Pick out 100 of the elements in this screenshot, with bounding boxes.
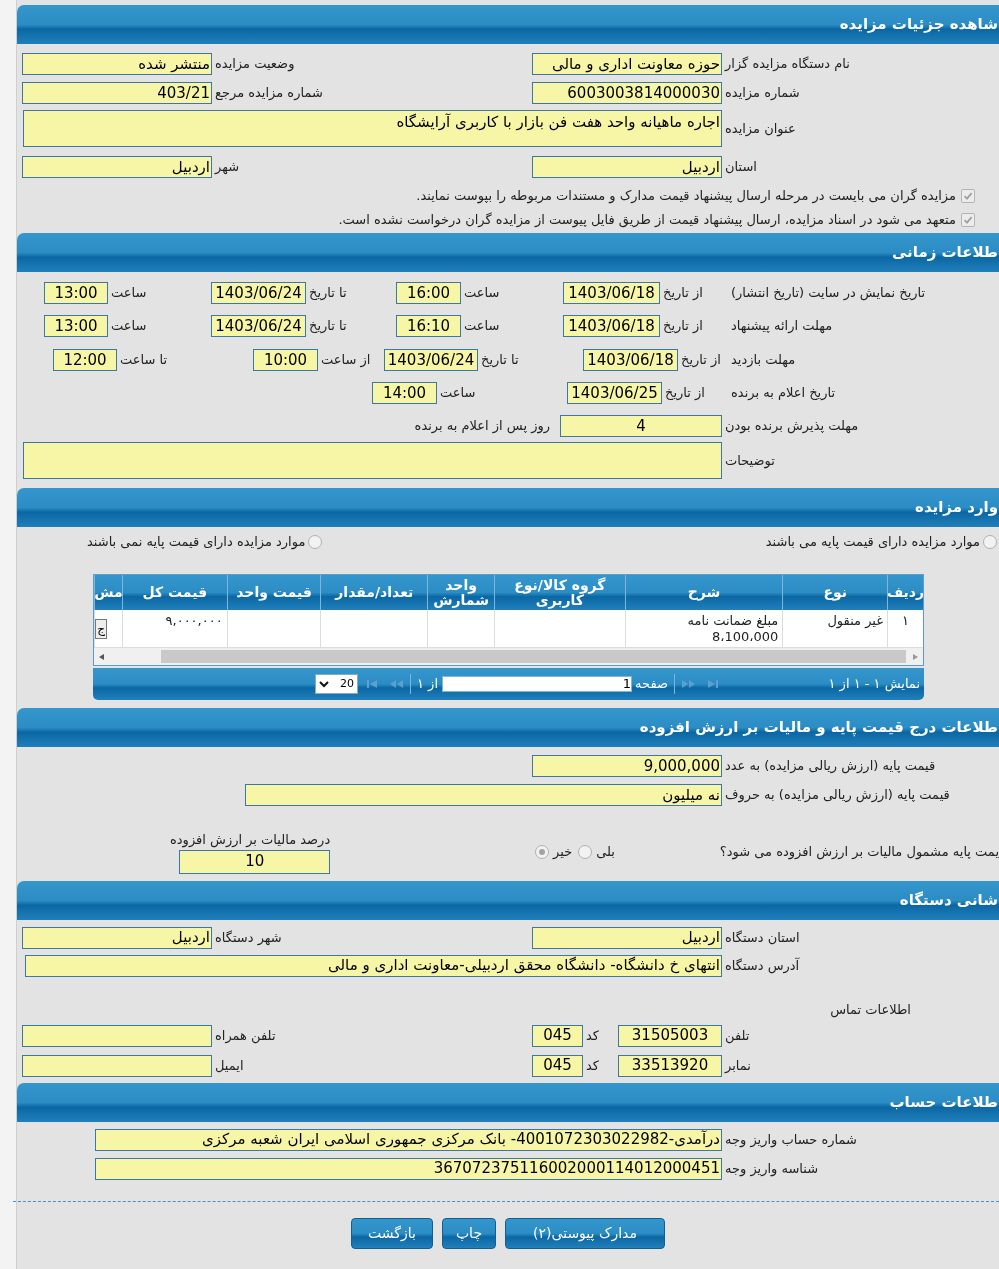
field-label: تا تاریخ [308, 284, 348, 303]
radio-button[interactable] [578, 844, 593, 859]
input-field[interactable] [22, 1024, 212, 1047]
input-field[interactable]: 1403/06/18 [583, 349, 678, 371]
text-area[interactable] [23, 442, 722, 479]
field-label: از ساعت [320, 351, 372, 370]
page-size-select[interactable]: 20 [315, 674, 358, 694]
input-field[interactable]: نه میلیون [245, 784, 722, 806]
skip-right-icon[interactable] [705, 679, 719, 689]
input-field[interactable]: 12:00 [53, 349, 117, 371]
input-field[interactable]: 13:00 [44, 282, 108, 304]
field-label: قیمت پایه (ارزش ریالی مزایده) به عدد [724, 757, 937, 776]
field-label: شناسه واریز وجه [724, 1159, 820, 1179]
column-header[interactable]: تعداد/مقدار [320, 575, 428, 610]
field-label: تلفن همراه [214, 1026, 277, 1046]
page-count: از ١ [417, 675, 439, 694]
checkbox[interactable] [961, 213, 975, 227]
input-field[interactable]: 31505003 [618, 1024, 722, 1047]
section-header: وارد مزایده [17, 488, 999, 527]
input-field[interactable]: اردبیل [22, 156, 212, 178]
input-field[interactable]: 1403/06/18 [563, 282, 660, 304]
input-field[interactable]: 14:00 [372, 382, 437, 404]
field-label: تاریخ اعلام به برنده [730, 384, 837, 403]
input-field[interactable]: 403/21 [22, 82, 212, 104]
column-header[interactable]: قیمت واحد [226, 575, 321, 610]
radio-button[interactable] [308, 534, 323, 549]
input-field[interactable]: 9,000,000 [532, 755, 722, 777]
radio-label: موارد مزایده دارای قیمت پایه می باشند [765, 532, 980, 552]
field-label: وضعیت مزایده [214, 55, 296, 74]
skip-left-icon[interactable] [366, 679, 380, 689]
field-label: ساعت [439, 384, 477, 403]
input-field[interactable]: 10:00 [253, 349, 318, 371]
pager-summary: نمایش ١ - ١ از ١ [827, 675, 921, 694]
scroll-right-icon[interactable] [912, 652, 920, 661]
input-field[interactable]: اردبیل [532, 926, 722, 949]
question-label: یمت پایه مشمول مالیات بر ارزش افزوده می شود؟ [718, 843, 999, 862]
input-field[interactable]: 1403/06/24 [384, 349, 478, 371]
input-field[interactable]: انتهای خ دانشگاه- دانشگاه محقق اردبیلی-معاونت اداری و مالی [25, 954, 722, 977]
double-chevron-left-icon[interactable] [390, 679, 404, 689]
input-field[interactable]: 16:10 [396, 315, 461, 337]
input-field[interactable]: 1403/06/18 [563, 315, 660, 337]
column-header[interactable]: شرح [624, 575, 783, 610]
input-field[interactable]: 13:00 [44, 315, 108, 337]
input-field[interactable]: حوزه معاونت اداری و مالی [532, 53, 722, 75]
radio-button[interactable] [983, 534, 997, 549]
page-label: صفحه [634, 675, 668, 694]
input-field[interactable]: اردبیل [532, 156, 722, 178]
input-field[interactable] [22, 1054, 212, 1077]
field-label: تاریخ نمایش در سایت (تاریخ انتشار) [730, 284, 927, 303]
input-field[interactable]: 045 [532, 1054, 583, 1077]
input-field[interactable]: 1403/06/24 [211, 282, 306, 304]
input-field[interactable]: 4 [560, 415, 722, 437]
input-field[interactable]: منتشر شده [22, 53, 212, 75]
field-label: روز پس از اعلام به برنده [413, 417, 551, 436]
contact-heading: اطلاعات تماس [830, 1000, 911, 1020]
field-label: ساعت [110, 284, 148, 303]
section-header: طلاعات زمانی [17, 233, 999, 272]
column-header[interactable]: واحد شمارش [427, 575, 494, 610]
field-label: از تاریخ [680, 351, 722, 370]
field-label: از تاریخ [664, 384, 706, 403]
field-label: قیمت پایه (ارزش ریالی مزایده) به حروف [724, 786, 951, 805]
input-field[interactable]: 1403/06/24 [211, 315, 306, 337]
field-label: از تاریخ [662, 317, 704, 336]
input-field[interactable]: 1403/06/25 [567, 382, 662, 404]
field-label: کد [585, 1056, 600, 1075]
column-header[interactable]: مش [93, 575, 122, 610]
horizontal-scrollbar[interactable] [94, 647, 923, 665]
table-cell: ١ [902, 613, 910, 628]
double-chevron-right-icon[interactable] [681, 679, 695, 689]
column-header[interactable]: قیمت کل [121, 575, 227, 610]
input-field[interactable]: 045 [532, 1024, 583, 1047]
radio-label: موارد مزایده دارای قیمت پایه نمی باشند [87, 532, 306, 552]
scroll-left-icon[interactable] [97, 652, 105, 661]
input-field[interactable]: 367072375116002000114012000451 [95, 1157, 722, 1180]
section-header: طلاعات درج قیمت پایه و مالیات بر ارزش افزوده [17, 708, 999, 747]
checkbox-label: مزایده گران می بایست در مرحله ارسال پیشنهاد قیمت مدارک و مستندات مربوطه را بپوست نمایند. [416, 187, 956, 206]
field-label: شماره حساب واریز وجه [724, 1130, 858, 1150]
text-area[interactable]: اجاره ماهیانه واحد هفت فن بازار با کاربری آرایشگاه [23, 110, 722, 147]
checkbox[interactable] [961, 189, 975, 203]
column-header[interactable]: ردیف [887, 575, 923, 610]
field-label: مهلت ارائه پیشنهاد [730, 317, 834, 336]
section-header: شانی دستگاه [17, 880, 999, 920]
input-field[interactable]: 10 [179, 849, 331, 874]
field-label: ساعت [463, 284, 501, 303]
radio-button[interactable] [535, 844, 550, 859]
action-button[interactable]: مدارک پیوستی(٢) [505, 1217, 665, 1249]
page-input[interactable]: 1 [442, 676, 632, 692]
input-field[interactable]: درآمدی-4001072303022982- بانک مرکزی جمهوری اسلامی ایران شعبه مرکزی [95, 1128, 722, 1151]
row-action-button[interactable]: ج [95, 618, 107, 639]
field-label: ایمیل [214, 1056, 245, 1075]
table-cell: ٩,٠٠٠,٠٠٠ [165, 613, 223, 628]
input-field[interactable]: 16:00 [396, 282, 461, 304]
column-header[interactable]: گروه کالا/نوع کاربری [494, 575, 625, 610]
action-button[interactable]: چاپ [442, 1217, 496, 1249]
column-header[interactable]: نوع [782, 575, 888, 610]
action-button[interactable]: بازگشت [351, 1217, 433, 1249]
input-field[interactable]: اردبیل [22, 926, 212, 949]
field-label: تا تاریخ [308, 317, 348, 336]
input-field[interactable]: 33513920 [618, 1054, 722, 1077]
input-field[interactable]: 6003003814000030 [532, 82, 722, 104]
